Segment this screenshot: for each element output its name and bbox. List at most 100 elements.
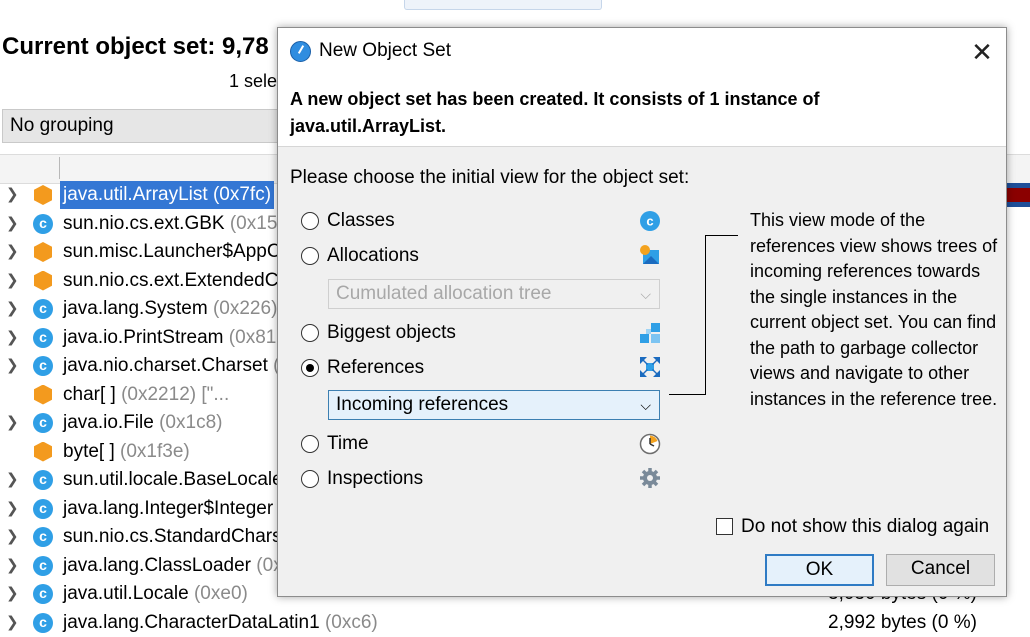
row-label: char[ ] (0x2212) ["... xyxy=(60,381,232,409)
row-label: java.lang.CharacterDataLatin1 (0xc6) xyxy=(60,609,381,637)
cube-icon xyxy=(34,441,52,462)
expand-icon[interactable]: ❯ xyxy=(6,409,19,437)
object-id: (0xc6) xyxy=(324,611,378,633)
object-id: (0x7fc) xyxy=(212,184,272,205)
column-separator[interactable] xyxy=(59,157,60,179)
expand-icon[interactable]: ❯ xyxy=(6,580,19,608)
class-name: byte[ ] xyxy=(63,440,115,462)
class-name: java.lang.System xyxy=(63,298,208,319)
ok-button[interactable]: OK xyxy=(765,554,874,586)
expand-icon[interactable]: ❯ xyxy=(6,495,19,523)
cube-icon xyxy=(34,185,52,205)
object-id: (0x1f3e) xyxy=(120,440,190,462)
svg-text:c: c xyxy=(646,214,653,229)
class-name: sun.misc.Launcher$AppC xyxy=(63,241,281,262)
row-label: sun.misc.Launcher$AppC xyxy=(60,238,284,266)
class-icon xyxy=(33,351,53,379)
expand-icon[interactable]: ❯ xyxy=(6,609,19,637)
view-prompt: Please choose the initial view for the o… xyxy=(290,167,690,188)
app-icon xyxy=(290,41,311,62)
view-description: This view mode of the references view sh… xyxy=(750,210,998,409)
class-name: sun.util.locale.BaseLocale xyxy=(63,469,283,490)
dialog-message: A new object set has been created. It co… xyxy=(290,89,820,136)
cancel-button[interactable]: Cancel xyxy=(886,554,995,586)
option-label: Inspections xyxy=(327,468,424,489)
current-object-set-title: Current object set: 9,78 xyxy=(2,33,269,60)
retained-size: 2,992 bytes (0 %) xyxy=(828,611,977,633)
class-icon xyxy=(33,522,53,550)
row-label: java.lang.Integer$Integer xyxy=(60,495,276,523)
dialog-header: New Object Set ✕ A new object set has be… xyxy=(278,28,1006,147)
expand-icon[interactable]: ❯ xyxy=(6,466,19,494)
selection-count-text: 1 sele xyxy=(229,71,278,91)
expand-icon[interactable]: ❯ xyxy=(6,352,19,380)
object-id: (0x1c8) xyxy=(159,412,223,433)
class-name: java.lang.ClassLoader xyxy=(63,554,252,576)
class-icon xyxy=(33,465,53,493)
radio-classes[interactable] xyxy=(301,212,319,230)
chevron-down-icon: ⌵ xyxy=(640,286,651,302)
references-icon xyxy=(640,357,660,377)
expand-icon[interactable]: ❯ xyxy=(6,267,19,295)
object-id: (0x226) xyxy=(212,298,278,319)
object-id: (0x81 xyxy=(228,326,277,348)
row-label: byte[ ] (0x1f3e) xyxy=(60,438,193,466)
row-label: java.nio.charset.Charset ( xyxy=(60,352,283,380)
time-icon xyxy=(639,433,661,455)
row-label: java.io.PrintStream (0x81 xyxy=(60,324,279,352)
expand-icon[interactable]: ❯ xyxy=(6,295,19,323)
row-label: sun.nio.cs.ext.ExtendedCh xyxy=(60,267,292,295)
class-name: sun.nio.cs.StandardChars xyxy=(63,526,282,547)
dialog-title: New Object Set xyxy=(319,40,451,61)
row-label: java.util.ArrayList (0x7fc) xyxy=(60,181,275,209)
class-name: java.io.PrintStream xyxy=(63,326,224,348)
allocation-view-value: Cumulated allocation tree xyxy=(336,283,552,304)
expand-icon[interactable]: ❯ xyxy=(6,324,19,352)
close-icon[interactable]: ✕ xyxy=(967,37,997,67)
chevron-down-icon: ⌵ xyxy=(640,397,651,413)
allocation-view-select: Cumulated allocation tree ⌵ xyxy=(328,279,660,309)
class-icon xyxy=(33,579,53,607)
class-icon xyxy=(33,294,53,322)
object-id: (0x2212) ["... xyxy=(121,383,230,405)
radio-allocations[interactable] xyxy=(301,247,319,265)
dont-show-again-checkbox[interactable] xyxy=(716,518,733,535)
allocations-icon xyxy=(640,245,659,264)
top-tab[interactable] xyxy=(404,0,602,10)
table-row[interactable]: ❯ java.lang.CharacterDataLatin1 (0xc6) 2… xyxy=(0,608,1030,637)
expand-icon[interactable]: ❯ xyxy=(6,523,19,551)
radio-references[interactable] xyxy=(301,359,319,377)
expand-icon[interactable]: ❯ xyxy=(6,181,19,209)
class-icon xyxy=(33,408,53,436)
dont-show-again-label: Do not show this dialog again xyxy=(741,516,990,537)
classes-icon: c xyxy=(640,211,660,231)
row-label: sun.nio.cs.ext.GBK (0x151 xyxy=(60,210,291,238)
expand-icon[interactable]: ❯ xyxy=(6,238,19,266)
radio-inspections[interactable] xyxy=(301,470,319,488)
radio-time[interactable] xyxy=(301,435,319,453)
class-icon xyxy=(33,551,53,579)
row-label: sun.util.locale.BaseLocale xyxy=(60,466,286,494)
class-name: java.nio.charset.Charset xyxy=(63,355,268,376)
class-name: java.util.Locale xyxy=(63,583,189,604)
references-view-select[interactable]: Incoming references ⌵ xyxy=(328,390,660,420)
option-label: References xyxy=(327,357,425,378)
class-name: java.lang.CharacterDataLatin1 xyxy=(63,611,320,633)
cube-icon xyxy=(34,242,52,262)
new-object-set-dialog: New Object Set ✕ A new object set has be… xyxy=(277,27,1007,597)
expand-icon[interactable]: ❯ xyxy=(6,210,19,238)
class-icon xyxy=(33,323,53,351)
row-label: java.util.Locale (0xe0) xyxy=(60,580,251,608)
row-label: java.io.File (0x1c8) xyxy=(60,409,225,437)
grouping-select[interactable]: No grouping xyxy=(2,109,302,143)
class-icon xyxy=(33,209,53,237)
radio-biggest-objects[interactable] xyxy=(301,324,319,342)
class-name: char[ ] xyxy=(63,383,116,405)
option-label: Allocations xyxy=(327,245,419,266)
expand-icon[interactable]: ❯ xyxy=(6,552,19,580)
cube-icon xyxy=(34,384,52,405)
object-id: (0xe0) xyxy=(193,583,248,604)
row-label: java.lang.System (0x226) xyxy=(60,295,280,323)
option-label: Classes xyxy=(327,210,395,231)
row-label: java.lang.ClassLoader (0x xyxy=(60,552,286,580)
